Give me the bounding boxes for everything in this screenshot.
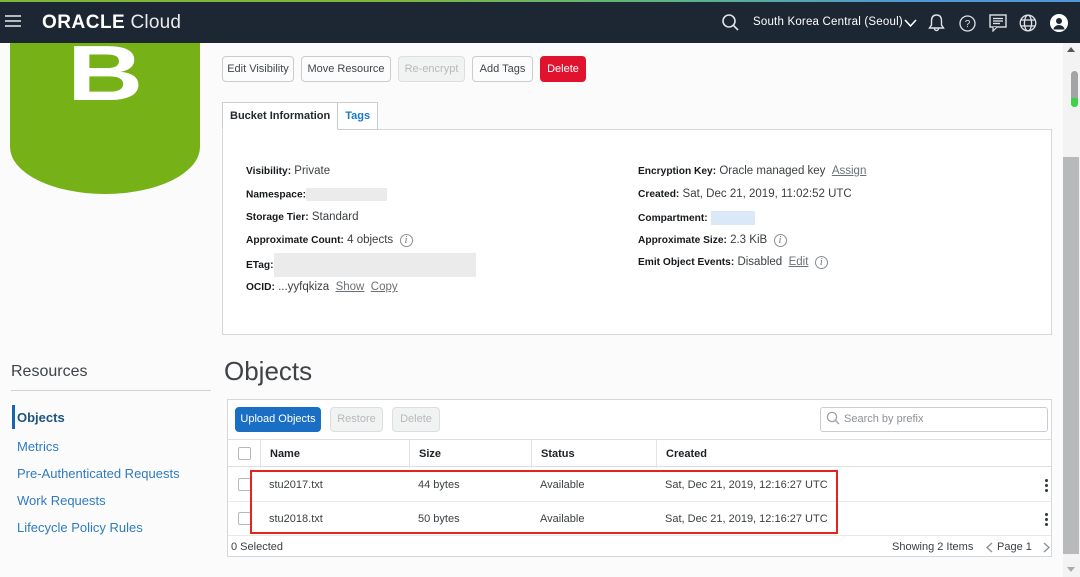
svg-text:?: ? xyxy=(965,19,971,30)
